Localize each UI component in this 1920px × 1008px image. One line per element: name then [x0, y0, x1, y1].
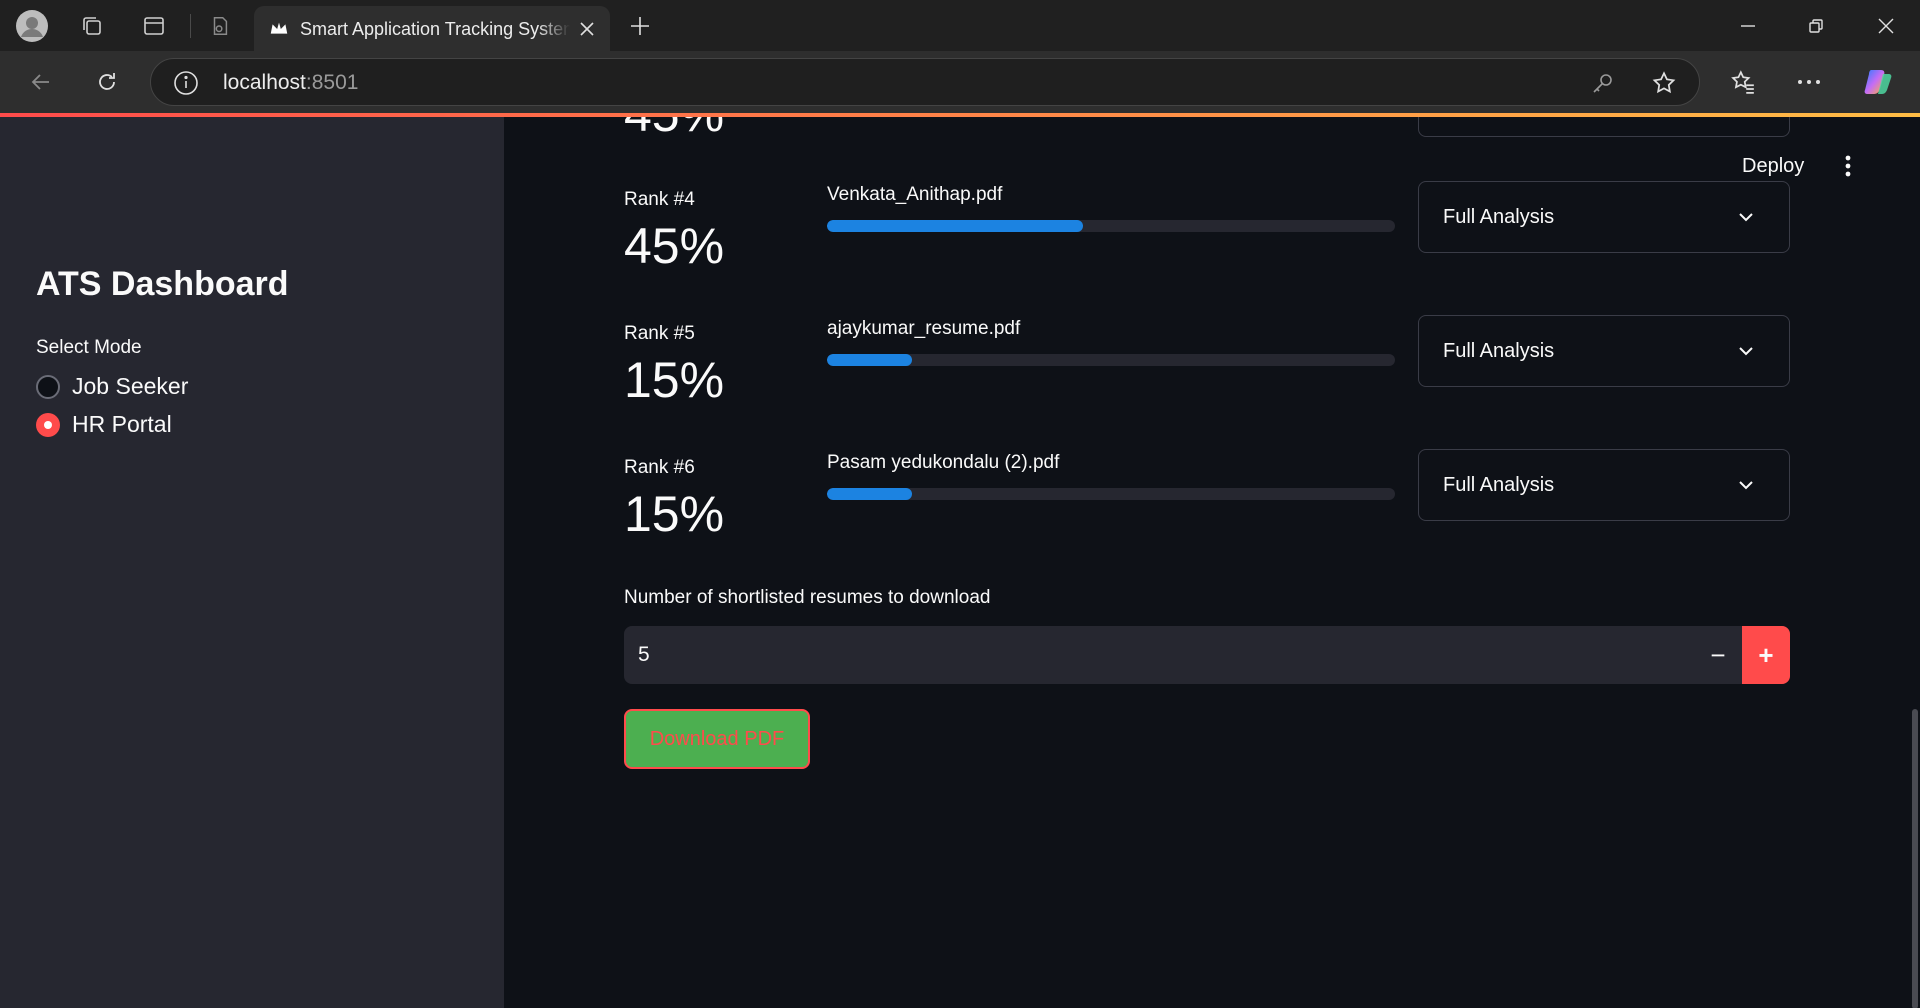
full-analysis-expander[interactable]: Full Analysis: [1418, 181, 1790, 253]
shortlist-count-value[interactable]: 5: [638, 643, 650, 667]
radio-job-seeker[interactable]: Job Seeker: [36, 373, 188, 400]
rank-label: Rank #6: [624, 457, 695, 478]
shortlist-count-stepper[interactable]: 5 − +: [624, 626, 1790, 684]
workspaces-icon[interactable]: [74, 8, 110, 44]
file-name: Pasam yedukondalu (2).pdf: [827, 452, 1060, 473]
expander-label: Full Analysis: [1443, 340, 1555, 362]
expander-label: Full Analysis: [1443, 474, 1555, 496]
url-host: localhost: [223, 71, 306, 94]
rank-score: 45%: [624, 218, 725, 274]
increment-button[interactable]: +: [1742, 626, 1790, 684]
download-pdf-button[interactable]: Download PDF: [624, 709, 810, 769]
radio-hr-portal[interactable]: HR Portal: [36, 411, 172, 438]
progress-bar: [827, 354, 1395, 366]
browser-titlebar: Smart Application Tracking System: [0, 0, 1920, 51]
rank-block: Rank #6 15%: [624, 457, 724, 539]
rank-block: Rank #5 15%: [624, 323, 724, 405]
rank-score: 15%: [624, 352, 725, 408]
file-name: ajaykumar_resume.pdf: [827, 318, 1021, 339]
deploy-button[interactable]: Deploy: [1742, 155, 1804, 178]
close-icon[interactable]: [574, 16, 600, 42]
back-arrow-icon[interactable]: [22, 63, 60, 101]
chevron-down-icon: [1737, 476, 1755, 494]
shortlist-count-label: Number of shortlisted resumes to downloa…: [624, 587, 991, 608]
site-info-icon[interactable]: [173, 70, 199, 96]
progress-fill: [827, 220, 1083, 232]
new-tab-button[interactable]: [622, 8, 658, 44]
refresh-icon[interactable]: [88, 63, 126, 101]
streamlit-crown-icon: [268, 18, 290, 40]
rank-block: Rank #4 45%: [624, 189, 724, 271]
main-menu-icon[interactable]: [1838, 153, 1858, 179]
address-bar[interactable]: localhost:8501: [150, 58, 1700, 106]
chevron-down-icon: [1737, 208, 1755, 226]
progress-fill: [827, 354, 913, 366]
file-name: Venkata_Anithap.pdf: [827, 184, 1003, 205]
progress-bar: [827, 488, 1395, 500]
minimize-button[interactable]: [1714, 0, 1782, 51]
select-mode-label: Select Mode: [36, 337, 142, 358]
partial-expander[interactable]: [1418, 117, 1790, 137]
partial-rank-block: 45%: [624, 117, 724, 139]
radio-label: HR Portal: [72, 411, 172, 437]
sidebar: ATS Dashboard Select Mode Job Seeker HR …: [0, 117, 504, 1008]
copilot-icon[interactable]: [1860, 63, 1898, 101]
file-block: Pasam yedukondalu (2).pdf: [827, 452, 1395, 500]
tab-title: Smart Application Tracking System: [300, 19, 570, 39]
rank-score: 45%: [624, 117, 724, 139]
progress-fill: [827, 488, 913, 500]
url-text[interactable]: localhost:8501: [223, 71, 358, 95]
url-port: :8501: [305, 71, 359, 94]
expander-label: Full Analysis: [1443, 206, 1555, 228]
chevron-down-icon: [1737, 342, 1755, 360]
inactive-tab-icon[interactable]: [202, 8, 238, 44]
decrement-button[interactable]: −: [1694, 626, 1742, 684]
favorite-star-icon[interactable]: [1651, 70, 1677, 96]
vertical-tabs-icon[interactable]: [136, 8, 172, 44]
file-block: ajaykumar_resume.pdf: [827, 318, 1395, 366]
restore-button[interactable]: [1782, 0, 1850, 51]
rank-label: Rank #4: [624, 189, 695, 210]
titlebar-divider: [190, 14, 191, 38]
scrollbar[interactable]: [1912, 709, 1918, 1008]
more-options-icon[interactable]: [1790, 63, 1828, 101]
radio-button[interactable]: [36, 374, 60, 399]
progress-bar: [827, 220, 1395, 232]
rank-score: 15%: [624, 486, 725, 542]
radio-label: Job Seeker: [72, 373, 189, 399]
radio-button-selected[interactable]: [36, 412, 60, 437]
active-tab[interactable]: Smart Application Tracking System: [254, 6, 610, 51]
favorites-icon[interactable]: [1724, 63, 1762, 101]
profile-avatar-icon[interactable]: [14, 8, 50, 44]
close-window-button[interactable]: [1852, 0, 1920, 51]
browser-toolbar: localhost:8501: [0, 51, 1920, 113]
sidebar-title: ATS Dashboard: [36, 265, 289, 303]
key-icon[interactable]: [1591, 71, 1615, 95]
file-block: Venkata_Anithap.pdf: [827, 184, 1395, 232]
full-analysis-expander[interactable]: Full Analysis: [1418, 449, 1790, 521]
rank-label: Rank #5: [624, 323, 695, 344]
main-content: 45% Deploy Rank #4 45% Venkata_Anithap.p…: [504, 117, 1920, 1008]
full-analysis-expander[interactable]: Full Analysis: [1418, 315, 1790, 387]
